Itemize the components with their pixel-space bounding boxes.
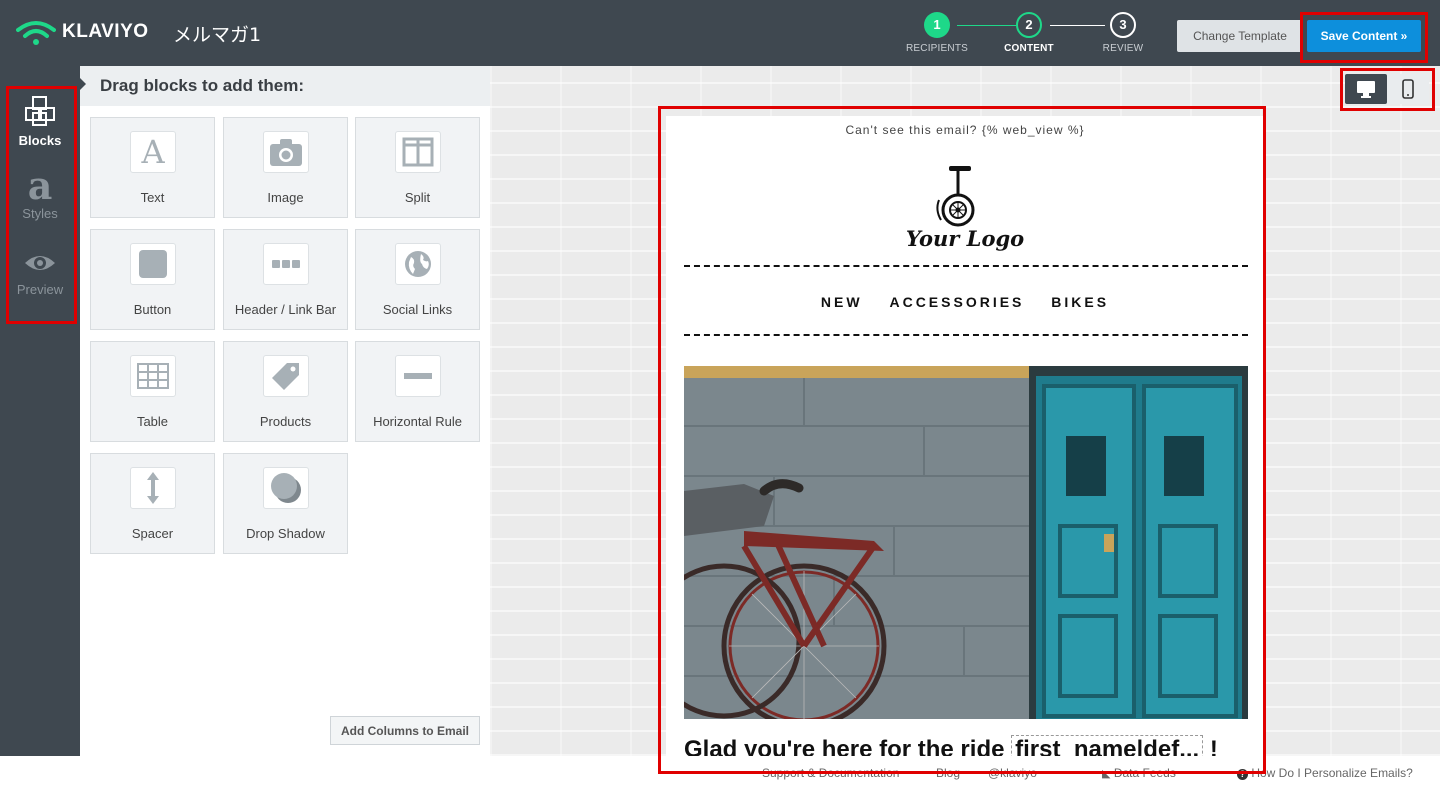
block-text[interactable]: A Text: [90, 117, 215, 218]
styles-icon: a: [27, 163, 53, 208]
ellipsis-icon: [263, 243, 309, 285]
rail-label-blocks: Blocks: [18, 133, 62, 148]
rail-label-preview: Preview: [16, 282, 64, 297]
block-label: Button: [133, 302, 172, 317]
horizontal-rule-icon: [395, 355, 441, 397]
data-feeds-label: Data Feeds: [1113, 766, 1176, 780]
step-label: CONTENT: [1004, 43, 1054, 54]
table-icon: [130, 355, 176, 397]
nav-link-new[interactable]: NEW: [821, 294, 863, 310]
block-label: Split: [404, 190, 431, 205]
block-spacer[interactable]: Spacer: [90, 453, 215, 554]
panel-title: Drag blocks to add them:: [100, 76, 305, 95]
step-content[interactable]: 2 CONTENT: [997, 12, 1061, 54]
block-label: Header / Link Bar: [234, 302, 337, 317]
dashed-divider: [684, 265, 1248, 267]
footer: Support & Documentation Blog @klaviyo ◣ …: [0, 756, 1440, 790]
personalize-label: How Do I Personalize Emails?: [1251, 766, 1413, 780]
nav-link-accessories[interactable]: ACCESSORIES: [889, 294, 1024, 310]
block-image[interactable]: Image: [223, 117, 348, 218]
add-columns-button[interactable]: Add Columns to Email: [330, 716, 480, 745]
block-social-links[interactable]: Social Links: [355, 229, 480, 330]
block-products[interactable]: Products: [223, 341, 348, 442]
email-canvas: Can't see this email? {% web_view %} You…: [490, 66, 1440, 756]
step-label: RECIPIENTS: [905, 43, 968, 54]
web-view-link[interactable]: Can't see this email? {% web_view %}: [666, 123, 1264, 137]
block-label: Table: [136, 414, 169, 429]
drop-shadow-icon: [263, 467, 309, 509]
campaign-title: メルマガ1: [173, 24, 262, 46]
device-toggle: [1345, 74, 1429, 104]
rail-item-styles[interactable]: a Styles: [0, 163, 80, 222]
email-preview[interactable]: Can't see this email? {% web_view %} You…: [666, 116, 1264, 756]
panel-pointer: [80, 78, 86, 90]
data-feeds-link[interactable]: ◣ Data Feeds: [1102, 766, 1176, 780]
block-split[interactable]: Split: [355, 117, 480, 218]
email-headline[interactable]: Glad you're here for the ride first_name…: [684, 735, 1264, 756]
question-icon: ?: [1237, 769, 1248, 780]
rail-item-preview[interactable]: Preview: [0, 251, 80, 297]
rss-icon: ◣: [1102, 768, 1111, 780]
block-table[interactable]: Table: [90, 341, 215, 442]
personalize-help-link[interactable]: ? How Do I Personalize Emails?: [1237, 766, 1413, 780]
panel-header: Drag blocks to add them:: [80, 66, 490, 106]
personalization-tag[interactable]: first_name|def...: [1011, 735, 1204, 756]
support-link[interactable]: Support & Documentation: [762, 766, 899, 780]
split-icon: [395, 131, 441, 173]
button-icon: [130, 243, 176, 285]
logo-caption: Your Logo: [905, 226, 1025, 251]
block-horizontal-rule[interactable]: Horizontal Rule: [355, 341, 480, 442]
step-number: 1: [924, 12, 950, 38]
block-label: Social Links: [382, 302, 453, 317]
blocks-icon: [25, 96, 55, 126]
block-label: Spacer: [131, 526, 174, 541]
step-number: 3: [1110, 12, 1136, 38]
block-label: Text: [140, 190, 165, 205]
brand-name: KLAVIYO: [62, 21, 149, 42]
text-glyph: A: [141, 133, 165, 171]
wifi-logo-icon: [16, 21, 56, 45]
step-review[interactable]: 3 REVIEW: [1091, 12, 1155, 54]
progress-steps: 1 RECIPIENTS 2 CONTENT 3 REVIEW: [905, 12, 1155, 60]
block-label: Image: [267, 190, 304, 205]
block-drop-shadow[interactable]: Drop Shadow: [223, 453, 348, 554]
text-icon: A: [130, 131, 176, 173]
tag-icon: [263, 355, 309, 397]
top-bar: KLAVIYO メルマガ1 1 RECIPIENTS 2 CONTENT 3 R…: [0, 0, 1440, 66]
step-label: REVIEW: [1102, 43, 1144, 54]
desktop-icon: [1357, 81, 1375, 98]
headline-text: Glad you're here for the ride: [684, 736, 1005, 756]
vertical-arrows-icon: [130, 467, 176, 509]
twitter-link[interactable]: @klaviyo: [988, 766, 1037, 780]
left-rail: Blocks a Styles Preview: [0, 66, 80, 756]
headline-suffix: !: [1209, 736, 1218, 756]
email-nav-bar: NEW ACCESSORIES BIKES: [666, 294, 1264, 310]
block-button[interactable]: Button: [90, 229, 215, 330]
klaviyo-logo[interactable]: KLAVIYO: [16, 18, 149, 46]
globe-icon: [395, 243, 441, 285]
block-label: Drop Shadow: [246, 526, 325, 541]
blog-link[interactable]: Blog: [936, 766, 960, 780]
dashed-divider: [684, 334, 1248, 336]
rail-label-styles: Styles: [22, 206, 58, 221]
desktop-view-button[interactable]: [1345, 74, 1387, 104]
eye-icon: [25, 256, 55, 270]
block-label: Horizontal Rule: [373, 414, 462, 429]
change-template-button[interactable]: Change Template: [1177, 20, 1303, 52]
blocks-panel: Drag blocks to add them: A Text Image Sp…: [80, 66, 490, 756]
mobile-view-button[interactable]: [1387, 74, 1429, 104]
rail-item-blocks[interactable]: Blocks: [0, 96, 80, 148]
step-number: 2: [1016, 12, 1042, 38]
save-content-button[interactable]: Save Content »: [1307, 20, 1421, 52]
camera-icon: [263, 131, 309, 173]
block-header-link-bar[interactable]: Header / Link Bar: [223, 229, 348, 330]
mobile-icon: [1402, 79, 1414, 99]
step-recipients[interactable]: 1 RECIPIENTS: [905, 12, 969, 54]
block-label: Products: [259, 414, 312, 429]
hero-image: [684, 366, 1248, 719]
nav-link-bikes[interactable]: BIKES: [1051, 294, 1109, 310]
